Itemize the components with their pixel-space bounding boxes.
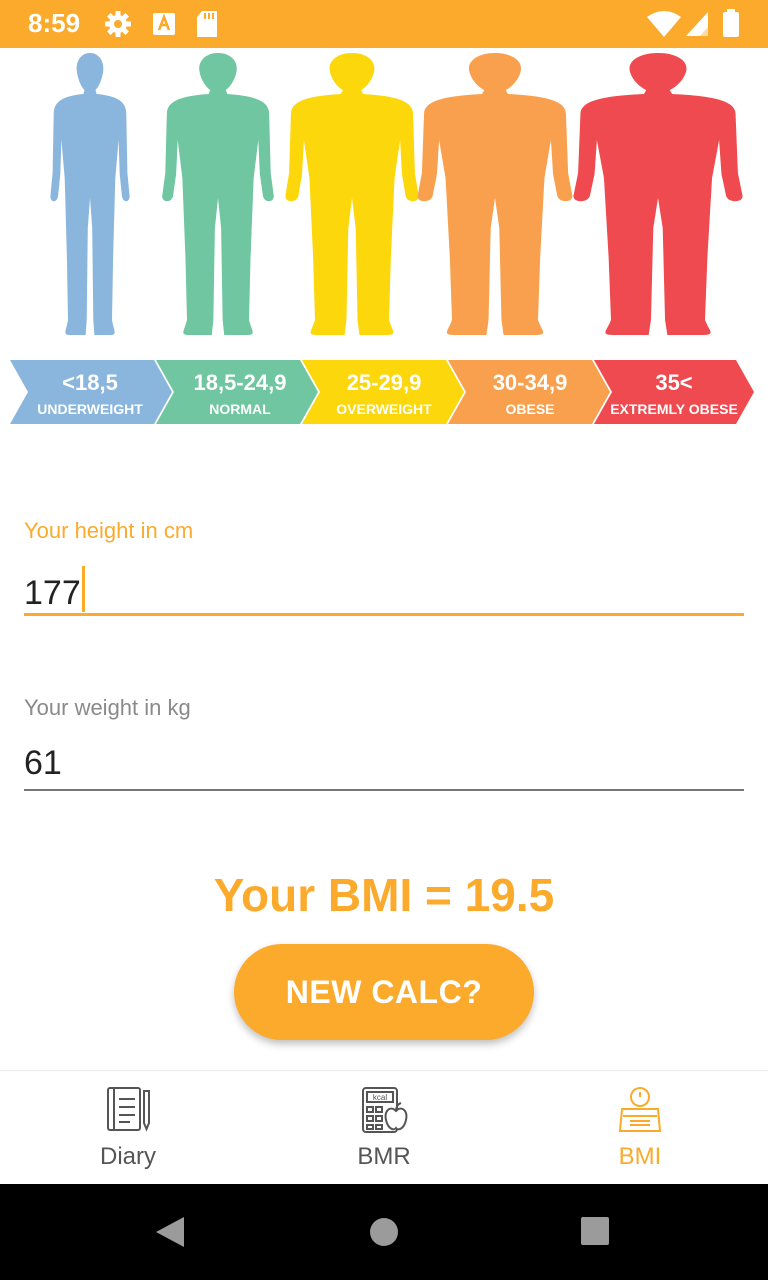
diary-icon bbox=[107, 1087, 150, 1132]
silhouette-overweight bbox=[285, 53, 419, 335]
weight-value: 61 bbox=[24, 744, 62, 782]
weight-input[interactable]: 61 bbox=[24, 744, 62, 783]
height-label: Your height in cm bbox=[24, 518, 194, 543]
silhouette-underweight bbox=[50, 53, 130, 335]
weight-label: Your weight in kg bbox=[24, 695, 191, 720]
nav-diary-label: Diary bbox=[99, 1143, 156, 1170]
gear-icon bbox=[105, 11, 131, 37]
category-extremely-obese: 35< EXTREMLY OBESE bbox=[594, 360, 754, 424]
recents-icon[interactable] bbox=[580, 1216, 610, 1246]
bottom-navigation: Diary kcal BMR BMI bbox=[0, 1070, 768, 1185]
svg-text:OVERWEIGHT: OVERWEIGHT bbox=[336, 401, 432, 417]
nav-bmi[interactable]: BMI bbox=[512, 1071, 768, 1185]
height-underline bbox=[24, 613, 744, 616]
weight-underline bbox=[24, 789, 744, 791]
svg-text:NORMAL: NORMAL bbox=[209, 401, 271, 417]
svg-text:<18,5: <18,5 bbox=[62, 370, 118, 395]
calculator-icon: kcal bbox=[362, 1087, 408, 1133]
nav-diary[interactable]: Diary bbox=[0, 1071, 256, 1185]
svg-text:OBESE: OBESE bbox=[505, 401, 554, 417]
nav-bmi-label: BMI bbox=[618, 1143, 662, 1170]
sd-card-icon bbox=[197, 11, 217, 37]
category-overweight: 25-29,9 OVERWEIGHT bbox=[302, 360, 464, 424]
svg-text:UNDERWEIGHT: UNDERWEIGHT bbox=[37, 401, 143, 417]
nav-bmr-label: BMR bbox=[357, 1143, 411, 1170]
wifi-icon bbox=[647, 11, 681, 37]
svg-text:25-29,9: 25-29,9 bbox=[347, 370, 422, 395]
height-input[interactable]: 177 bbox=[24, 566, 85, 613]
silhouette-obese bbox=[417, 53, 573, 335]
signal-icon bbox=[686, 12, 708, 36]
text-cursor bbox=[81, 566, 85, 612]
bmi-result: Your BMI = 19.5 bbox=[213, 869, 555, 921]
bmi-chart-image: <18,5 UNDERWEIGHT 18,5-24,9 NORMAL 25-29… bbox=[10, 53, 754, 424]
status-bar: 8:59 bbox=[0, 0, 768, 48]
category-normal: 18,5-24,9 NORMAL bbox=[156, 360, 318, 424]
home-icon[interactable] bbox=[368, 1216, 400, 1248]
battery-icon bbox=[723, 9, 739, 37]
category-obese: 30-34,9 OBESE bbox=[448, 360, 610, 424]
scale-icon bbox=[618, 1087, 662, 1132]
svg-text:30-34,9: 30-34,9 bbox=[493, 370, 568, 395]
nav-bmr[interactable]: kcal BMR bbox=[256, 1071, 512, 1185]
system-navigation-bar bbox=[0, 1184, 768, 1280]
silhouette-normal bbox=[162, 53, 274, 335]
new-calc-button[interactable]: NEW CALC? bbox=[234, 944, 534, 1040]
svg-text:kcal: kcal bbox=[373, 1093, 387, 1102]
svg-text:EXTREMLY OBESE: EXTREMLY OBESE bbox=[610, 401, 738, 417]
a-icon bbox=[153, 13, 175, 35]
svg-text:35<: 35< bbox=[655, 370, 692, 395]
svg-text:18,5-24,9: 18,5-24,9 bbox=[194, 370, 287, 395]
height-value: 177 bbox=[24, 574, 81, 612]
category-underweight: <18,5 UNDERWEIGHT bbox=[10, 360, 172, 424]
silhouette-extremely-obese bbox=[573, 53, 743, 335]
status-time: 8:59 bbox=[28, 8, 81, 38]
back-icon[interactable] bbox=[154, 1216, 186, 1248]
